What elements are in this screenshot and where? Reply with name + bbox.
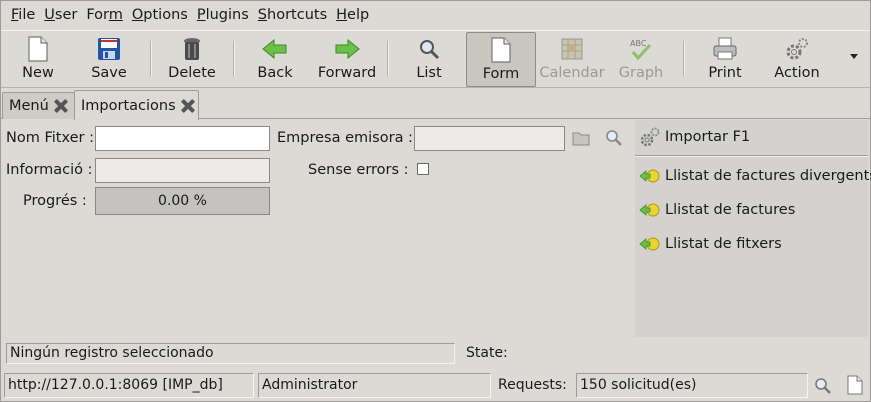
calendar-view-button[interactable]: Calendar [539,32,605,87]
new-request-document-icon[interactable] [845,375,865,395]
spellcheck-graph-icon: ABC [628,36,654,62]
forward-button[interactable]: Forward [313,32,381,87]
report-llistat-fitxers[interactable]: Llistat de fitxers [639,234,782,254]
menu-user[interactable]: User [43,7,83,23]
requests-label: Requests: [498,377,567,393]
close-tab-icon[interactable] [181,99,195,113]
report-llistat-factures-divergents[interactable]: Llistat de factures divergents [639,166,871,186]
progress-value: 0.00 % [158,193,207,209]
report-arrow-icon [639,234,661,254]
toolbar-separator [387,41,389,77]
menu-file[interactable]: File [10,7,41,23]
calendar-icon [559,36,585,62]
print-button[interactable]: Print [693,32,757,87]
search-requests-icon[interactable] [813,376,833,396]
server-url: http://127.0.0.1:8069 [IMP_db] [4,373,254,398]
toolbar: New Save Delete Back Forward List Form C… [1,30,870,88]
progres-label: Progrés : [23,193,87,209]
informacio-label: Informació : [6,162,93,178]
nom-fitxer-input[interactable] [95,126,270,151]
form-view-button[interactable]: Form [466,32,536,87]
report-arrow-icon [639,166,661,186]
toolbar-separator [233,41,235,77]
printer-icon [712,36,738,62]
menu-options[interactable]: Options [131,7,194,23]
tab-bar: Menú Importacions [1,89,870,120]
importar-f1-action[interactable]: Importar F1 [639,127,750,147]
panel-separator [635,155,868,157]
record-status-message: Ningún registro seleccionado [6,343,455,364]
nom-fitxer-label: Nom Fitxer : [6,130,94,146]
list-view-button[interactable]: List [397,32,461,87]
back-button[interactable]: Back [243,32,307,87]
menubar: File User Form Options Plugins Shortcuts… [1,1,870,29]
svg-text:ABC: ABC [630,39,647,48]
menu-plugins[interactable]: Plugins [196,7,255,23]
close-tab-icon[interactable] [54,99,68,113]
trash-can-icon [179,36,205,62]
empresa-emisora-label: Empresa emisora : [277,130,413,146]
gears-icon [639,127,661,147]
toolbar-separator [150,41,152,77]
toolbar-separator [683,41,685,77]
sense-errors-checkbox[interactable] [417,163,429,175]
report-llistat-factures[interactable]: Llistat de factures [639,200,795,220]
menu-help[interactable]: Help [335,7,375,23]
requests-count: 150 solicitud(es) [576,373,808,398]
search-icon[interactable] [604,128,624,148]
menu-form[interactable]: Form [85,7,129,23]
arrow-left-icon [262,36,288,62]
current-user: Administrator [258,373,491,398]
sense-errors-label: Sense errors : [308,162,409,178]
menu-shortcuts[interactable]: Shortcuts [257,7,333,23]
save-disk-icon [96,36,122,62]
form-area: Nom Fitxer : Empresa emisora : Informaci… [1,120,633,340]
report-arrow-icon [639,200,661,220]
arrow-right-icon [334,36,360,62]
tab-menu[interactable]: Menú [2,92,75,119]
form-document-icon [488,37,514,63]
action-button[interactable]: Action [763,32,831,87]
empresa-emisora-input[interactable] [414,126,565,151]
new-document-icon [25,36,51,62]
side-action-panel: Importar F1 Llistat de factures divergen… [635,120,871,337]
tab-importacions[interactable]: Importacions [74,90,199,120]
folder-open-icon[interactable] [571,128,591,148]
graph-view-button[interactable]: ABC Graph [609,32,673,87]
gears-icon [784,36,810,62]
status-bar: http://127.0.0.1:8069 [IMP_db] Administr… [1,371,870,401]
delete-button[interactable]: Delete [159,32,225,87]
magnifier-icon [416,36,442,62]
state-label: State: [466,345,508,361]
new-button[interactable]: New [5,32,71,87]
save-button[interactable]: Save [77,32,141,87]
toolbar-overflow-arrow-icon[interactable] [850,54,858,59]
progress-bar: 0.00 % [95,187,270,215]
informacio-input[interactable] [95,158,270,183]
